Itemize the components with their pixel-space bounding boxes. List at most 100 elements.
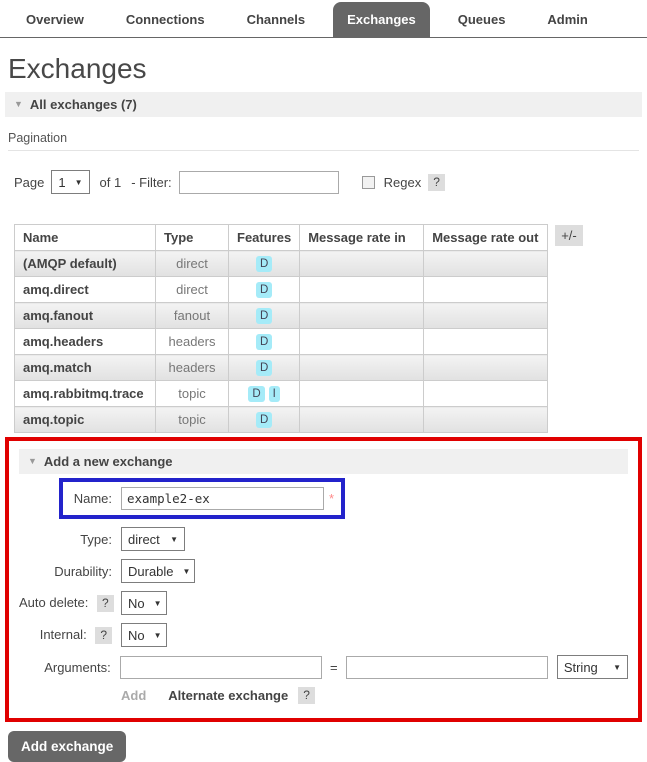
internal-help-button[interactable]: ? xyxy=(95,627,112,644)
chevron-down-icon: ▼ xyxy=(75,178,83,187)
durable-badge: D xyxy=(256,256,272,272)
message-rate-out-cell xyxy=(424,303,548,329)
chevron-down-icon: ▼ xyxy=(183,567,191,576)
message-rate-in-cell xyxy=(300,329,424,355)
exchange-name-cell[interactable]: (AMQP default) xyxy=(15,251,156,277)
exchange-name-cell[interactable]: amq.match xyxy=(15,355,156,381)
exchange-name-cell[interactable]: amq.fanout xyxy=(15,303,156,329)
message-rate-out-cell xyxy=(424,407,548,433)
page-of-label: of 1 xyxy=(100,175,122,190)
exchange-type-cell: topic xyxy=(156,407,229,433)
regex-checkbox[interactable] xyxy=(362,176,375,189)
auto-delete-help-button[interactable]: ? xyxy=(97,595,114,612)
internal-select[interactable]: No ▼ xyxy=(121,623,167,647)
message-rate-out-cell xyxy=(424,277,548,303)
durable-badge: D xyxy=(256,412,272,428)
auto-delete-select[interactable]: No ▼ xyxy=(121,591,167,615)
type-select[interactable]: direct ▼ xyxy=(121,527,185,551)
alternate-exchange-link[interactable]: Alternate exchange xyxy=(168,688,288,703)
tab-overview[interactable]: Overview xyxy=(12,2,98,37)
add-exchange-button[interactable]: Add exchange xyxy=(8,731,126,762)
message-rate-in-cell xyxy=(300,407,424,433)
exchanges-table: Name Type Features Message rate in Messa… xyxy=(14,224,548,433)
durable-badge: D xyxy=(256,282,272,298)
argument-key-input[interactable] xyxy=(120,656,322,679)
message-rate-out-cell xyxy=(424,251,548,277)
header-features: Features xyxy=(229,225,300,251)
page-label: Page xyxy=(14,175,44,190)
internal-select-value: No xyxy=(128,628,145,643)
exchange-name-cell[interactable]: amq.headers xyxy=(15,329,156,355)
header-type: Type xyxy=(156,225,229,251)
exchange-name-cell[interactable]: amq.direct xyxy=(15,277,156,303)
all-exchanges-section-header[interactable]: ▼ All exchanges (7) xyxy=(5,92,642,117)
all-exchanges-title: All exchanges (7) xyxy=(30,97,137,112)
regex-help-button[interactable]: ? xyxy=(428,174,445,191)
exchange-table-body: (AMQP default)direct Damq.directdirect Dam… xyxy=(15,251,548,433)
table-row: amq.rabbitmq.tracetopicDI xyxy=(15,381,548,407)
message-rate-out-cell xyxy=(424,355,548,381)
exchange-features-cell: D xyxy=(229,407,300,433)
internal-label: Internal: ? xyxy=(19,627,112,644)
argument-value-input[interactable] xyxy=(346,656,548,679)
required-asterisk: * xyxy=(329,491,334,506)
chevron-down-icon: ▼ xyxy=(170,535,178,544)
durability-select[interactable]: Durable ▼ xyxy=(121,559,195,583)
tab-queues[interactable]: Queues xyxy=(444,2,520,37)
exchange-features-cell: DI xyxy=(229,381,300,407)
exchange-features-cell: D xyxy=(229,329,300,355)
page-select[interactable]: 1 ▼ xyxy=(51,170,89,194)
exchange-features-cell: D xyxy=(229,355,300,381)
table-row: amq.directdirect D xyxy=(15,277,548,303)
name-label: Name: xyxy=(70,491,112,506)
exchange-features-cell: D xyxy=(229,303,300,329)
durable-badge: D xyxy=(256,308,272,324)
durability-select-value: Durable xyxy=(128,564,174,579)
durable-badge: D xyxy=(256,334,272,350)
type-row: Type: direct ▼ xyxy=(19,527,628,551)
exchange-type-cell: headers xyxy=(156,355,229,381)
pagination-title: Pagination xyxy=(8,131,639,151)
exchange-name-cell[interactable]: amq.rabbitmq.trace xyxy=(15,381,156,407)
regex-label: Regex xyxy=(384,175,422,190)
message-rate-out-cell xyxy=(424,329,548,355)
tab-connections[interactable]: Connections xyxy=(112,2,219,37)
arguments-row: Arguments: = String ▼ xyxy=(19,655,628,679)
column-toggle-button[interactable]: +/- xyxy=(555,225,583,246)
page-title: Exchanges xyxy=(8,53,647,85)
exchange-type-cell: fanout xyxy=(156,303,229,329)
internal-badge: I xyxy=(269,386,280,402)
auto-delete-select-value: No xyxy=(128,596,145,611)
exchange-features-cell: D xyxy=(229,251,300,277)
chevron-down-icon: ▼ xyxy=(154,631,162,640)
alternate-exchange-help-button[interactable]: ? xyxy=(298,687,315,704)
name-field-highlight: Name: * xyxy=(59,478,345,519)
exchanges-table-wrap: Name Type Features Message rate in Messa… xyxy=(14,224,647,433)
message-rate-in-cell xyxy=(300,381,424,407)
filter-input[interactable] xyxy=(179,171,339,194)
table-row: amq.fanoutfanout D xyxy=(15,303,548,329)
exchange-type-cell: headers xyxy=(156,329,229,355)
page-select-value: 1 xyxy=(58,175,65,190)
argument-type-select-value: String xyxy=(564,660,598,675)
collapse-triangle-icon: ▼ xyxy=(14,100,23,109)
tab-exchanges[interactable]: Exchanges xyxy=(333,2,430,37)
argument-actions-row: Add Alternate exchange ? xyxy=(121,687,628,704)
table-row: amq.topictopic D xyxy=(15,407,548,433)
durable-badge: D xyxy=(248,386,264,402)
add-exchange-title: Add a new exchange xyxy=(44,454,173,469)
tab-admin[interactable]: Admin xyxy=(533,2,601,37)
durability-label: Durability: xyxy=(19,564,112,579)
exchange-type-cell: direct xyxy=(156,251,229,277)
exchange-type-cell: direct xyxy=(156,277,229,303)
add-exchange-section: ▼ Add a new exchange Name: * Type: direc… xyxy=(5,437,642,722)
argument-type-select[interactable]: String ▼ xyxy=(557,655,628,679)
auto-delete-label-text: Auto delete: xyxy=(19,595,88,610)
tab-channels[interactable]: Channels xyxy=(233,2,320,37)
add-argument-link[interactable]: Add xyxy=(121,688,146,703)
exchange-name-cell[interactable]: amq.topic xyxy=(15,407,156,433)
auto-delete-label: Auto delete: ? xyxy=(19,595,112,612)
header-name: Name xyxy=(15,225,156,251)
exchange-name-input[interactable] xyxy=(121,487,324,510)
add-exchange-section-header[interactable]: ▼ Add a new exchange xyxy=(19,449,628,474)
